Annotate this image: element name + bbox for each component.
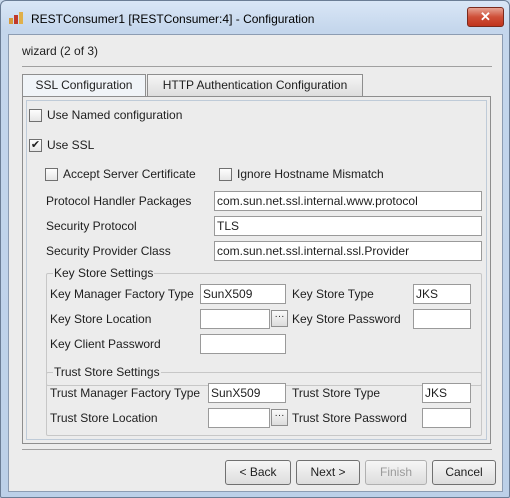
key-store-type-field[interactable]: JKS — [413, 284, 471, 304]
trust-store-password-field[interactable] — [422, 408, 471, 428]
security-provider-class-label: Security Provider Class — [46, 244, 171, 258]
ignore-hostname-mismatch-label: Ignore Hostname Mismatch — [237, 167, 384, 181]
security-protocol-label: Security Protocol — [46, 219, 137, 233]
key-store-location-field[interactable] — [200, 309, 270, 329]
use-ssl-label: Use SSL — [47, 138, 95, 152]
checkbox-box — [29, 108, 42, 122]
accept-server-certificate-checkbox[interactable]: Accept Server Certificate — [45, 167, 196, 181]
use-ssl-checkbox[interactable]: Use SSL — [29, 138, 94, 152]
trust-store-type-field[interactable]: JKS — [422, 383, 471, 403]
trust-store-password-label: Trust Store Password — [292, 411, 407, 425]
protocol-handler-packages-field[interactable]: com.sun.net.ssl.internal.www.protocol — [214, 191, 482, 211]
key-client-password-field[interactable] — [200, 334, 286, 354]
accept-server-certificate-label: Accept Server Certificate — [63, 167, 196, 181]
checkbox-box — [45, 167, 58, 181]
title-bar: RESTConsumer1 [RESTConsumer:4] - Configu… — [1, 1, 509, 35]
trust-manager-factory-type-label: Trust Manager Factory Type — [50, 386, 201, 400]
trust-store-location-label: Trust Store Location — [50, 411, 158, 425]
key-store-location-browse-button[interactable]: ··· — [271, 310, 288, 327]
app-icon — [9, 12, 23, 24]
key-store-location-label: Key Store Location — [50, 312, 152, 326]
trust-manager-factory-type-field[interactable]: SunX509 — [208, 383, 286, 403]
window-title: RESTConsumer1 [RESTConsumer:4] - Configu… — [31, 12, 315, 26]
key-manager-factory-type-field[interactable]: SunX509 — [200, 284, 286, 304]
close-button[interactable]: ✕ — [467, 7, 504, 27]
trust-store-settings-title: Trust Store Settings — [53, 365, 161, 379]
tab-ssl-configuration[interactable]: SSL Configuration — [22, 74, 146, 97]
configuration-window: RESTConsumer1 [RESTConsumer:4] - Configu… — [0, 0, 510, 498]
key-store-type-label: Key Store Type — [292, 287, 374, 301]
back-button[interactable]: < Back — [225, 460, 291, 485]
key-manager-factory-type-label: Key Manager Factory Type — [50, 287, 194, 301]
dialog-body: wizard (2 of 3) SSL Configuration HTTP A… — [8, 34, 503, 492]
next-button[interactable]: Next > — [296, 460, 360, 485]
use-named-configuration-checkbox[interactable]: Use Named configuration — [29, 108, 182, 122]
trust-store-location-browse-button[interactable]: ··· — [271, 409, 288, 426]
key-store-password-label: Key Store Password — [292, 312, 401, 326]
key-store-password-field[interactable] — [413, 309, 471, 329]
divider — [22, 66, 492, 67]
wizard-step-label: wizard (2 of 3) — [22, 44, 99, 58]
protocol-handler-packages-label: Protocol Handler Packages — [46, 194, 192, 208]
finish-button[interactable]: Finish — [365, 460, 427, 485]
trust-store-location-field[interactable] — [208, 408, 270, 428]
trust-store-type-label: Trust Store Type — [292, 386, 381, 400]
divider — [22, 449, 492, 450]
cancel-button[interactable]: Cancel — [432, 460, 496, 485]
ssl-configuration-panel: Use Named configuration Use SSL Accept S… — [22, 96, 491, 444]
use-named-configuration-label: Use Named configuration — [47, 108, 183, 122]
security-protocol-field[interactable]: TLS — [214, 216, 482, 236]
ignore-hostname-mismatch-checkbox[interactable]: Ignore Hostname Mismatch — [219, 167, 384, 181]
checkbox-box — [219, 167, 232, 181]
key-client-password-label: Key Client Password — [50, 337, 161, 351]
checkbox-box-checked — [29, 138, 42, 152]
security-provider-class-field[interactable]: com.sun.net.ssl.internal.ssl.Provider — [214, 241, 482, 261]
tab-http-authentication-configuration[interactable]: HTTP Authentication Configuration — [147, 74, 363, 96]
key-store-settings-title: Key Store Settings — [53, 266, 155, 280]
